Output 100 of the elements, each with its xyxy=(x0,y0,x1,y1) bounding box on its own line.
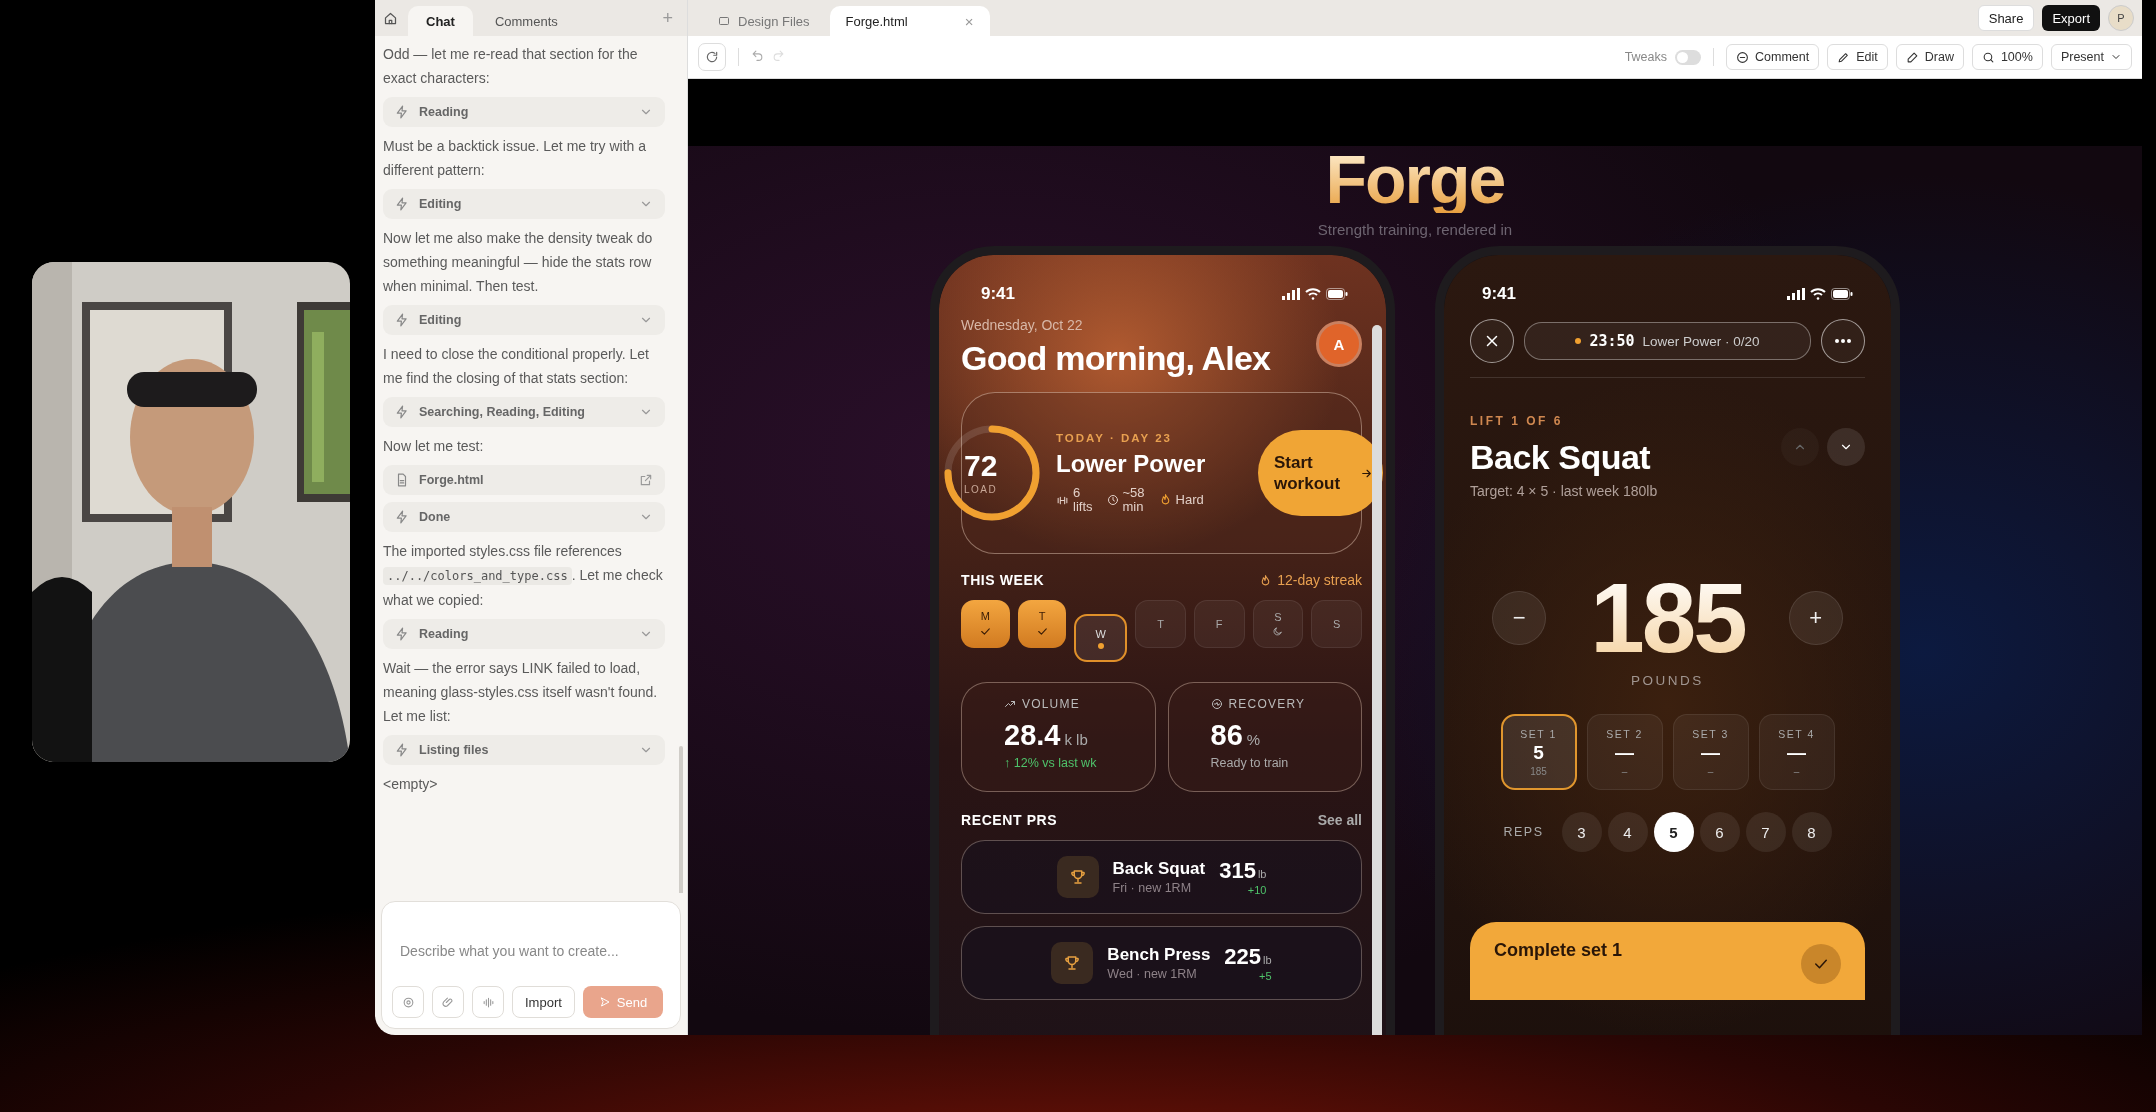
set-card[interactable]: SET 4 — – xyxy=(1758,714,1835,790)
present-button[interactable]: Present xyxy=(2050,44,2132,70)
rep-option[interactable]: 3 xyxy=(1561,812,1602,852)
day-pill[interactable]: T xyxy=(1135,600,1186,648)
streak-label: 12-day streak xyxy=(1277,572,1362,588)
stat-note: ↑ 12% vs last wk xyxy=(1004,756,1098,770)
day-pill[interactable]: M xyxy=(961,600,1010,648)
import-button[interactable]: Import xyxy=(512,986,575,1018)
section-title: RECENT PRS xyxy=(961,812,1058,828)
session-label: Lower Power · 0/20 xyxy=(1642,333,1760,349)
zoom-button[interactable]: 100% xyxy=(1971,44,2043,70)
close-button[interactable] xyxy=(1470,319,1514,363)
signal-icon xyxy=(1787,288,1805,300)
tool-step[interactable]: Editing xyxy=(383,189,665,219)
stat-unit: k lb xyxy=(1064,731,1088,748)
set-card[interactable]: SET 3 — – xyxy=(1672,714,1749,790)
more-icon xyxy=(1835,339,1851,343)
rep-option[interactable]: 5 xyxy=(1653,812,1694,852)
see-all-link[interactable]: See all xyxy=(1317,812,1362,828)
export-button[interactable]: Export xyxy=(2042,5,2100,31)
bolt-icon xyxy=(395,105,409,119)
document-icon xyxy=(395,473,409,487)
home-icon xyxy=(383,10,398,26)
battery-icon xyxy=(1831,288,1853,300)
comment-button[interactable]: Comment xyxy=(1726,44,1820,70)
day-pill[interactable]: W xyxy=(1074,614,1128,662)
attach-button[interactable] xyxy=(432,986,464,1018)
stat-value: 86 xyxy=(1210,719,1243,752)
tweaks-label: Tweaks xyxy=(1624,50,1667,64)
pr-card[interactable]: Bench Press Wed · new 1RM 225lb +5 xyxy=(961,926,1362,1000)
set-card[interactable]: SET 2 — – xyxy=(1586,714,1663,790)
complete-set-button[interactable]: Complete set 1 xyxy=(1470,922,1865,1000)
user-avatar[interactable]: P xyxy=(2108,5,2134,31)
check-icon xyxy=(978,625,992,638)
file-attachment[interactable]: Forge.html xyxy=(383,465,665,495)
rep-option[interactable]: 6 xyxy=(1699,812,1740,852)
greeting: Good morning, Alex xyxy=(961,339,1271,378)
external-link-icon xyxy=(639,473,653,487)
prompt-input[interactable]: Describe what you want to create... xyxy=(392,916,670,986)
decrease-button[interactable]: − xyxy=(1492,591,1547,645)
undo-icon xyxy=(751,49,764,62)
share-button[interactable]: Share xyxy=(1977,5,2035,31)
scrollbar[interactable] xyxy=(679,746,683,893)
scrollbar[interactable] xyxy=(1372,325,1382,1035)
settings-button[interactable] xyxy=(392,986,424,1018)
clock-icon xyxy=(1106,494,1119,506)
file-tab[interactable]: Design Files xyxy=(702,6,826,36)
tool-step[interactable]: Searching, Reading, Editing xyxy=(383,397,665,427)
workout-meta: Hard xyxy=(1175,492,1204,508)
send-icon xyxy=(598,996,611,1008)
set-card[interactable]: SET 1 5 185 xyxy=(1500,714,1577,790)
pulse-icon xyxy=(1210,698,1223,710)
tool-step[interactable]: Reading xyxy=(383,619,665,649)
voice-button[interactable] xyxy=(472,986,504,1018)
folder-icon xyxy=(718,15,730,27)
bolt-icon xyxy=(395,510,409,524)
chat-message: Now let me test: xyxy=(383,437,485,456)
day-pill[interactable]: F xyxy=(1193,600,1245,648)
draw-button[interactable]: Draw xyxy=(1895,44,1964,70)
day-pill[interactable]: T xyxy=(1017,600,1067,648)
status-time: 9:41 xyxy=(981,284,1016,304)
battery-icon xyxy=(1326,288,1348,300)
chat-tab[interactable]: Chat xyxy=(408,6,473,36)
file-tab[interactable]: Forge.html × xyxy=(829,6,990,36)
pr-name: Back Squat xyxy=(1112,859,1206,879)
workout-meta: 6 lifts xyxy=(1073,485,1093,515)
rep-option[interactable]: 4 xyxy=(1607,812,1648,852)
tool-step[interactable]: Listing files xyxy=(383,735,665,765)
check-icon xyxy=(1035,625,1049,638)
day-pill[interactable]: S xyxy=(1311,600,1363,648)
waveform-icon xyxy=(481,995,495,1009)
stat-value: 28.4 xyxy=(1004,719,1061,752)
workout-eyebrow: TODAY · DAY 23 xyxy=(1056,431,1173,444)
day-pill[interactable]: S xyxy=(1252,600,1304,648)
rep-option[interactable]: 8 xyxy=(1791,812,1832,852)
trophy-glyph-icon xyxy=(1063,954,1082,972)
comment-icon xyxy=(1736,50,1749,64)
pr-value: 225lb xyxy=(1224,944,1272,970)
pr-value: 315lb xyxy=(1219,858,1267,884)
tool-step[interactable]: Reading xyxy=(383,97,665,127)
lift-title: Back Squat xyxy=(1470,438,1652,477)
pr-name: Bench Press xyxy=(1107,945,1211,965)
workout-title: Lower Power xyxy=(1056,449,1207,478)
status-time: 9:41 xyxy=(1482,284,1517,304)
pr-detail: Fri · new 1RM xyxy=(1112,881,1193,895)
tool-step[interactable]: Done xyxy=(383,502,665,532)
chat-message: The imported styles.css file references ../../colors_and_type.css . Let me check what we copied: xyxy=(383,542,664,610)
next-lift-button[interactable] xyxy=(1827,428,1865,466)
reload-button[interactable] xyxy=(698,43,726,71)
tool-step[interactable]: Editing xyxy=(383,305,665,335)
load-label: LOAD xyxy=(964,484,998,495)
pr-card[interactable]: Back Squat Fri · new 1RM 315lb +10 xyxy=(961,840,1362,914)
edit-button[interactable]: Edit xyxy=(1827,44,1888,70)
app-subtitle: Strength training, rendered in xyxy=(1317,221,1513,238)
more-button[interactable] xyxy=(1821,319,1865,363)
rep-option[interactable]: 7 xyxy=(1745,812,1786,852)
workout-meta: ~58 min xyxy=(1122,485,1145,515)
increase-button[interactable]: + xyxy=(1788,591,1843,645)
tweaks-toggle[interactable] xyxy=(1675,49,1701,65)
chat-tab[interactable]: Comments xyxy=(476,6,576,36)
